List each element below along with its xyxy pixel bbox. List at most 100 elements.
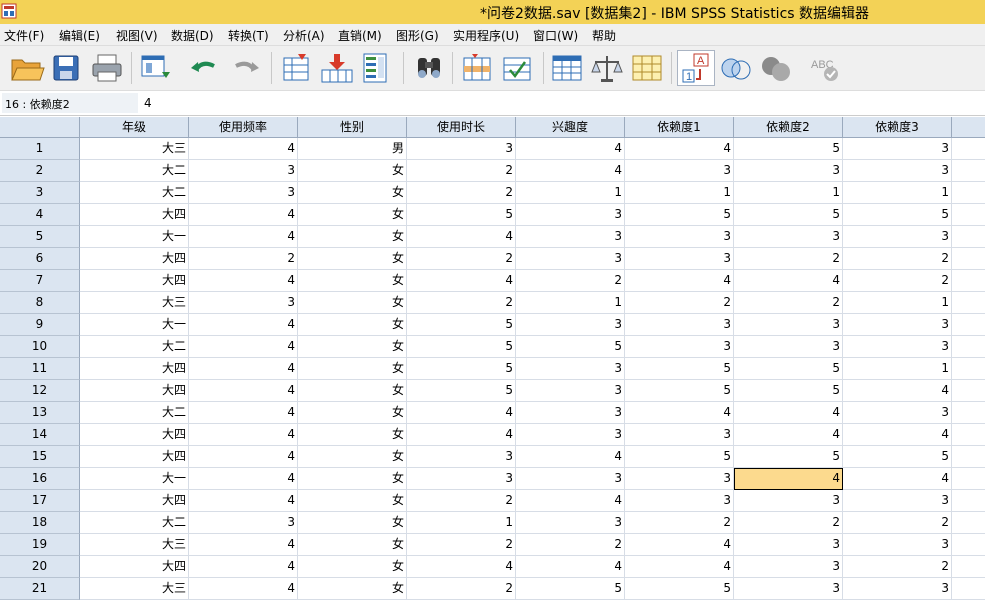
data-cell[interactable]: 4 [625,270,734,292]
data-cell[interactable]: 5 [625,204,734,226]
column-header-grade[interactable]: 年级 [80,117,189,138]
data-cell[interactable]: 5 [734,204,843,226]
data-cell[interactable]: 女 [298,380,407,402]
show-all-variables-icon[interactable] [757,50,795,86]
data-cell[interactable] [952,468,985,490]
row-header[interactable]: 14 [0,424,80,446]
data-cell[interactable]: 5 [625,578,734,600]
data-cell[interactable]: 男 [298,138,407,160]
data-cell[interactable]: 大二 [80,336,189,358]
data-cell[interactable]: 5 [734,380,843,402]
data-cell[interactable]: 3 [625,336,734,358]
data-cell[interactable]: 5 [734,358,843,380]
data-cell[interactable]: 3 [734,314,843,336]
data-cell[interactable]: 4 [407,270,516,292]
row-header[interactable]: 7 [0,270,80,292]
data-cell[interactable]: 4 [516,556,625,578]
dialog-recall-icon[interactable] [138,50,176,86]
data-cell[interactable]: 4 [189,446,298,468]
data-cell[interactable] [952,490,985,512]
data-cell[interactable]: 3 [189,160,298,182]
data-cell[interactable]: 4 [734,402,843,424]
data-cell[interactable]: 大四 [80,248,189,270]
data-cell[interactable]: 5 [407,358,516,380]
save-icon[interactable] [48,50,86,86]
data-cell[interactable]: 女 [298,314,407,336]
select-cases-icon[interactable] [628,50,666,86]
data-cell[interactable]: 5 [407,204,516,226]
data-cell[interactable]: 大四 [80,358,189,380]
data-cell[interactable]: 4 [516,490,625,512]
data-cell[interactable]: 4 [625,402,734,424]
print-icon[interactable] [88,50,126,86]
selected-cell[interactable]: 4 [734,468,843,490]
data-cell[interactable] [952,204,985,226]
data-cell[interactable]: 女 [298,468,407,490]
data-cell[interactable]: 3 [516,402,625,424]
data-cell[interactable]: 3 [625,248,734,270]
data-cell[interactable]: 2 [843,248,952,270]
data-cell[interactable]: 3 [843,160,952,182]
data-cell[interactable]: 大三 [80,138,189,160]
data-cell[interactable]: 女 [298,512,407,534]
data-cell[interactable] [952,226,985,248]
row-header[interactable]: 20 [0,556,80,578]
data-cell[interactable]: 3 [625,314,734,336]
redo-icon[interactable] [226,50,264,86]
data-cell[interactable] [952,578,985,600]
menu-data[interactable]: 数据(D) [171,27,214,44]
data-cell[interactable]: 大一 [80,226,189,248]
data-cell[interactable]: 4 [407,402,516,424]
data-cell[interactable] [952,556,985,578]
data-cell[interactable]: 5 [625,358,734,380]
data-cell[interactable]: 1 [843,292,952,314]
data-cell[interactable]: 1 [625,182,734,204]
data-cell[interactable]: 4 [189,490,298,512]
data-cell[interactable] [952,358,985,380]
data-cell[interactable] [952,380,985,402]
data-cell[interactable] [952,424,985,446]
data-cell[interactable]: 3 [843,314,952,336]
row-header[interactable]: 18 [0,512,80,534]
data-cell[interactable]: 4 [189,578,298,600]
data-cell[interactable]: 女 [298,182,407,204]
column-header-dependence2[interactable]: 依赖度2 [734,117,843,138]
data-cell[interactable]: 女 [298,270,407,292]
menu-view[interactable]: 视图(V) [116,27,158,44]
data-cell[interactable]: 2 [407,182,516,204]
data-cell[interactable] [952,160,985,182]
data-cell[interactable]: 大二 [80,160,189,182]
data-cell[interactable]: 3 [625,424,734,446]
data-cell[interactable]: 3 [516,314,625,336]
data-cell[interactable]: 5 [407,380,516,402]
data-cell[interactable]: 2 [407,160,516,182]
data-cell[interactable]: 4 [516,446,625,468]
data-cell[interactable] [952,248,985,270]
data-cell[interactable]: 女 [298,490,407,512]
column-header-dependence1[interactable]: 依赖度1 [625,117,734,138]
data-cell[interactable]: 3 [625,226,734,248]
row-header[interactable]: 13 [0,402,80,424]
data-cell[interactable]: 4 [189,204,298,226]
row-header[interactable]: 15 [0,446,80,468]
row-header[interactable]: 6 [0,248,80,270]
data-cell[interactable]: 4 [516,160,625,182]
data-cell[interactable]: 5 [625,446,734,468]
data-cell[interactable]: 4 [843,380,952,402]
data-cell[interactable]: 3 [189,512,298,534]
column-header-interest[interactable]: 兴趣度 [516,117,625,138]
data-cell[interactable]: 女 [298,446,407,468]
data-cell[interactable]: 3 [843,402,952,424]
data-cell[interactable]: 4 [516,138,625,160]
menu-direct-marketing[interactable]: 直销(M) [338,27,382,44]
data-cell[interactable]: 3 [625,160,734,182]
data-cell[interactable]: 大四 [80,204,189,226]
data-cell[interactable]: 3 [734,490,843,512]
data-cell[interactable]: 3 [734,336,843,358]
column-header-use-duration[interactable]: 使用时长 [407,117,516,138]
open-icon[interactable] [8,50,46,86]
variables-icon[interactable] [358,50,396,86]
data-cell[interactable]: 大二 [80,512,189,534]
data-cell[interactable] [952,292,985,314]
data-cell[interactable]: 大一 [80,468,189,490]
